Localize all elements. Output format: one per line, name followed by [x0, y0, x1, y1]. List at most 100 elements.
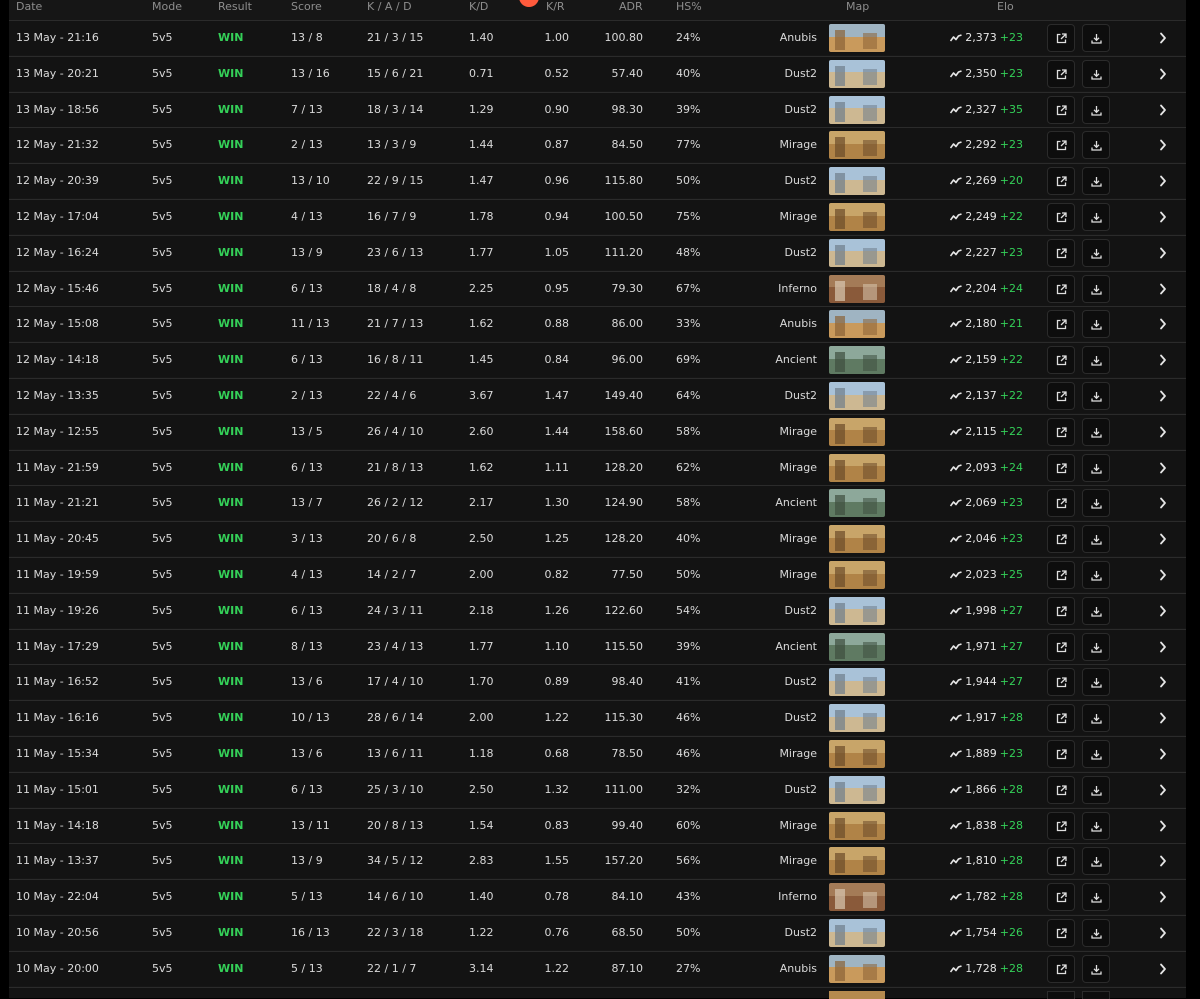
download-demo-button[interactable]	[1082, 238, 1110, 267]
download-demo-button[interactable]	[1082, 919, 1110, 947]
chevron-right-icon[interactable]	[1159, 891, 1167, 903]
download-demo-button[interactable]	[1082, 310, 1110, 339]
chevron-right-icon[interactable]	[1159, 354, 1167, 366]
download-demo-button[interactable]	[1082, 847, 1110, 876]
header-elo[interactable]: Elo	[997, 0, 1014, 14]
chevron-right-icon[interactable]	[1159, 569, 1167, 581]
download-demo-button[interactable]	[1082, 632, 1110, 661]
header-map[interactable]: Map	[846, 0, 869, 14]
match-row[interactable]: 12 May - 12:55 5v5 WIN 13 / 5 26 / 4 / 10 2.6…	[9, 413, 1186, 449]
download-demo-button[interactable]	[1082, 453, 1110, 482]
download-demo-button[interactable]	[1082, 668, 1110, 697]
chevron-right-icon[interactable]	[1159, 963, 1167, 975]
match-row[interactable]: 12 May - 16:24 5v5 WIN 13 / 9 23 / 6 / 13 1.7…	[9, 234, 1186, 270]
match-row[interactable]: 11 May - 19:26 5v5 WIN 6 / 13 24 / 3 / 11 2.1…	[9, 592, 1186, 628]
match-row[interactable]: 13 May - 20:21 5v5 WIN 13 / 16 15 / 6 / 21 0.…	[9, 55, 1186, 91]
chevron-right-icon[interactable]	[1159, 175, 1167, 187]
open-match-button[interactable]	[1047, 24, 1075, 52]
chevron-right-icon[interactable]	[1159, 820, 1167, 832]
match-row[interactable]: 13 May - 18:56 5v5 WIN 7 / 13 18 / 3 / 14 1.2…	[9, 91, 1186, 127]
download-demo-button[interactable]	[1082, 167, 1110, 196]
chevron-right-icon[interactable]	[1159, 390, 1167, 402]
download-demo-button[interactable]	[1082, 525, 1110, 554]
header-kr[interactable]: K/R	[546, 0, 565, 14]
open-match-button[interactable]	[1047, 453, 1075, 482]
match-row[interactable]: 11 May - 21:21 5v5 WIN 13 / 7 26 / 2 / 12 2.1…	[9, 485, 1186, 521]
chevron-right-icon[interactable]	[1159, 426, 1167, 438]
download-demo-button[interactable]	[1082, 704, 1110, 733]
match-row[interactable]: 11 May - 21:59 5v5 WIN 6 / 13 21 / 8 / 13 1.6…	[9, 449, 1186, 485]
chevron-right-icon[interactable]	[1159, 676, 1167, 688]
open-match-button[interactable]	[1047, 596, 1075, 625]
header-result[interactable]: Result	[218, 0, 252, 14]
chevron-right-icon[interactable]	[1159, 533, 1167, 545]
chevron-right-icon[interactable]	[1159, 784, 1167, 796]
download-demo-button[interactable]	[1082, 775, 1110, 804]
chevron-right-icon[interactable]	[1159, 927, 1167, 939]
download-demo-button[interactable]	[1082, 95, 1110, 124]
chevron-right-icon[interactable]	[1159, 641, 1167, 653]
match-row[interactable]: 13 May - 21:16 5v5 WIN 13 / 8 21 / 3 / 15 1.4…	[9, 20, 1186, 55]
open-match-button[interactable]	[1047, 668, 1075, 697]
open-match-button[interactable]	[1047, 95, 1075, 124]
open-match-button[interactable]	[1047, 919, 1075, 947]
chevron-right-icon[interactable]	[1159, 211, 1167, 223]
match-row[interactable]: 12 May - 17:04 5v5 WIN 4 / 13 16 / 7 / 9 1.78…	[9, 199, 1186, 234]
header-kad[interactable]: K / A / D	[367, 0, 412, 14]
download-demo-button[interactable]	[1082, 740, 1110, 768]
chevron-right-icon[interactable]	[1159, 748, 1167, 760]
download-demo-button[interactable]	[1082, 274, 1110, 303]
match-row[interactable]: 12 May - 14:18 5v5 WIN 6 / 13 16 / 8 / 11 1.4…	[9, 342, 1186, 378]
match-row[interactable]: 12 May - 13:35 5v5 WIN 2 / 13 22 / 4 / 6 3.67…	[9, 378, 1186, 413]
download-demo-button[interactable]	[1082, 561, 1110, 589]
match-row[interactable]: 12 May - 15:46 5v5 WIN 6 / 13 18 / 4 / 8 2.25…	[9, 270, 1186, 306]
chevron-right-icon[interactable]	[1159, 283, 1167, 295]
download-demo-button[interactable]	[1082, 417, 1110, 446]
open-match-button[interactable]	[1047, 274, 1075, 303]
match-row[interactable]: 11 May - 14:18 5v5 WIN 13 / 11 20 / 8 / 13 1.…	[9, 807, 1186, 843]
chevron-right-icon[interactable]	[1159, 712, 1167, 724]
open-match-button[interactable]	[1047, 847, 1075, 876]
open-match-button[interactable]	[1047, 883, 1075, 912]
download-demo-button[interactable]	[1082, 811, 1110, 840]
header-kd[interactable]: K/D	[469, 0, 488, 14]
open-match-button[interactable]	[1047, 417, 1075, 446]
match-row[interactable]: 10 May - 22:04 5v5 WIN 5 / 13 14 / 6 / 10 1.4…	[9, 879, 1186, 915]
open-match-button[interactable]	[1047, 346, 1075, 375]
download-demo-button[interactable]	[1082, 131, 1110, 160]
download-demo-button[interactable]	[1082, 203, 1110, 231]
download-demo-button[interactable]	[1082, 596, 1110, 625]
chevron-right-icon[interactable]	[1159, 104, 1167, 116]
header-adr[interactable]: ADR	[619, 0, 643, 14]
download-demo-button[interactable]	[1082, 24, 1110, 52]
open-match-button[interactable]	[1047, 632, 1075, 661]
header-score[interactable]: Score	[291, 0, 322, 14]
open-match-button[interactable]	[1047, 954, 1075, 983]
chevron-right-icon[interactable]	[1159, 497, 1167, 509]
match-row[interactable]: 11 May - 15:34 5v5 WIN 13 / 6 13 / 6 / 11 1.1…	[9, 736, 1186, 771]
header-date[interactable]: Date	[16, 0, 42, 14]
match-row[interactable]: 12 May - 20:39 5v5 WIN 13 / 10 22 / 9 / 15 1.…	[9, 163, 1186, 199]
open-match-button[interactable]	[1047, 59, 1075, 88]
chevron-right-icon[interactable]	[1159, 32, 1167, 44]
open-match-button[interactable]	[1047, 561, 1075, 589]
open-match-button[interactable]	[1047, 740, 1075, 768]
chevron-right-icon[interactable]	[1159, 68, 1167, 80]
open-match-button[interactable]	[1047, 489, 1075, 518]
download-demo-button[interactable]	[1082, 883, 1110, 912]
match-row[interactable]: 12 May - 15:08 5v5 WIN 11 / 13 21 / 7 / 13 1.…	[9, 306, 1186, 342]
match-row[interactable]: 10 May - 20:56 5v5 WIN 16 / 13 22 / 3 / 18 1.…	[9, 915, 1186, 950]
match-row[interactable]: 11 May - 17:29 5v5 WIN 8 / 13 23 / 4 / 13 1.7…	[9, 628, 1186, 664]
match-row[interactable]: 10 May - 20:00 5v5 WIN 5 / 13 22 / 1 / 7 3.14…	[9, 950, 1186, 986]
chevron-right-icon[interactable]	[1159, 855, 1167, 867]
match-row[interactable]: 11 May - 19:59 5v5 WIN 4 / 13 14 / 2 / 7 2.00…	[9, 557, 1186, 592]
download-demo-button[interactable]	[1082, 382, 1110, 410]
chevron-right-icon[interactable]	[1159, 139, 1167, 151]
download-demo-button[interactable]	[1082, 954, 1110, 983]
open-match-button[interactable]	[1047, 382, 1075, 410]
download-demo-button[interactable]	[1082, 59, 1110, 88]
match-row[interactable]: 11 May - 15:01 5v5 WIN 6 / 13 25 / 3 / 10 2.5…	[9, 771, 1186, 807]
open-match-button[interactable]	[1047, 167, 1075, 196]
download-demo-button[interactable]	[1082, 346, 1110, 375]
open-match-button[interactable]	[1047, 310, 1075, 339]
